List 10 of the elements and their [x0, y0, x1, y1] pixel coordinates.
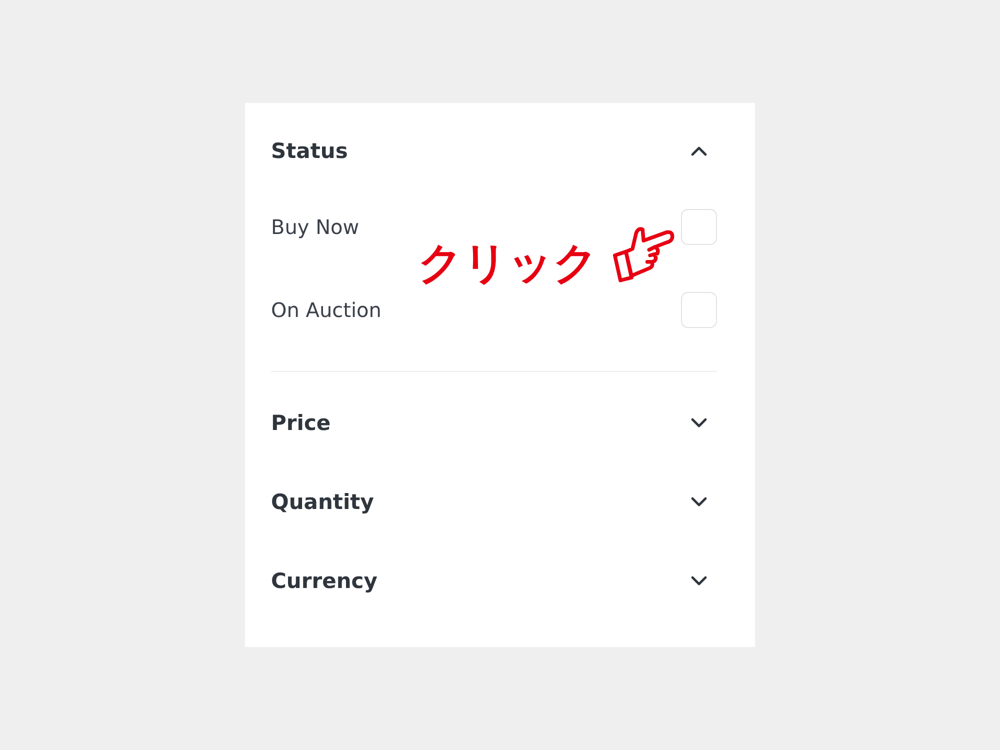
pointing-hand-icon [613, 224, 675, 284]
option-label: Buy Now [271, 215, 360, 239]
checkbox[interactable] [681, 292, 717, 328]
filter-section-toggle[interactable]: Status [271, 126, 717, 176]
option-label: On Auction [271, 298, 382, 322]
annotation-text: クリック [418, 242, 598, 286]
checkbox[interactable] [681, 209, 717, 245]
filter-section-toggle[interactable]: Quantity [271, 477, 717, 527]
filter-section-toggle[interactable]: Currency [271, 556, 717, 606]
filter-section-toggle[interactable]: Price [271, 398, 717, 448]
